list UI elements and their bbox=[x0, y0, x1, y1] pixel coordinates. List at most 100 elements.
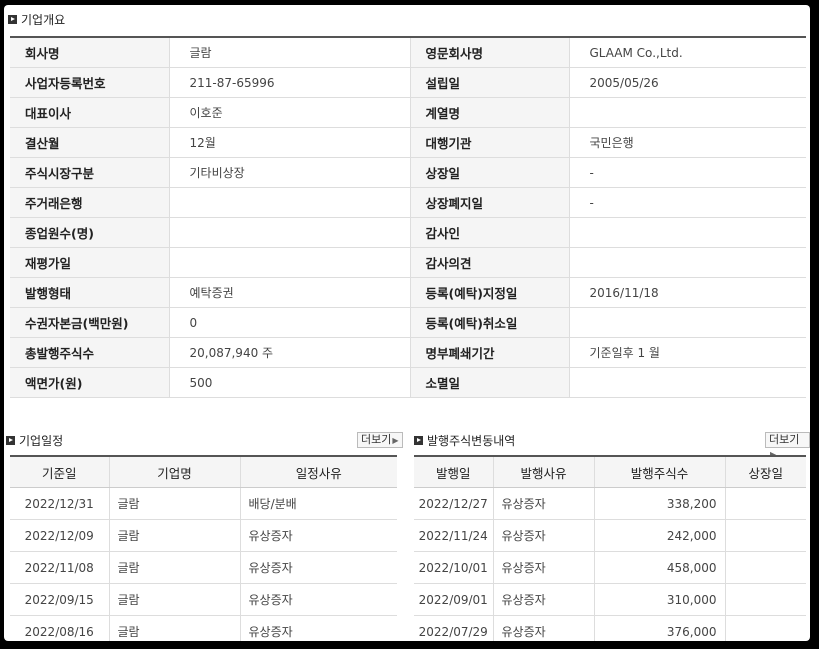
bullet-arrow-icon bbox=[6, 436, 15, 445]
bullet-arrow-icon bbox=[414, 436, 423, 445]
table-row: 2022/11/08 글람 유상증자 bbox=[10, 551, 397, 584]
field-label: 사업자등록번호 bbox=[10, 67, 170, 98]
reason-cell: 유상증자 bbox=[493, 519, 595, 552]
field-value: 국민은행 bbox=[569, 127, 806, 158]
table-row: 2022/12/31 글람 배당/분배 bbox=[10, 487, 397, 520]
field-label: 대행기관 bbox=[410, 127, 570, 158]
schedule-table: 기준일 기업명 일정사유 2022/12/31 글람 배당/분배 2022/12/09 글람… bbox=[10, 455, 397, 641]
overview-row: 사업자등록번호 211-87-65996 설립일 2005/05/26 bbox=[10, 67, 806, 98]
issuance-more-button[interactable]: 더보기▶ bbox=[765, 432, 810, 459]
field-value bbox=[569, 247, 806, 278]
listing-date-cell bbox=[725, 551, 806, 584]
overview-title: 기업개요 bbox=[8, 11, 65, 28]
company-info-panel: 기업개요 회사명 글람 영문회사명 GLAAM Co.,Ltd. 사업자등록번호 211-… bbox=[4, 5, 810, 641]
field-label: 회사명 bbox=[10, 37, 170, 68]
schedule-title: 기업일정 bbox=[6, 432, 63, 449]
overview-row: 발행형태 예탁증권 등록(예탁)지정일 2016/11/18 bbox=[10, 277, 806, 308]
table-row: 2022/08/16 글람 유상증자 bbox=[10, 615, 397, 641]
overview-row: 주거래은행 상장폐지일 - bbox=[10, 187, 806, 218]
reason-cell: 유상증자 bbox=[493, 551, 595, 584]
issuance-table: 발행일 발행사유 발행주식수 상장일 2022/12/27 유상증자 338,200 202… bbox=[414, 455, 806, 641]
field-label: 액면가(원) bbox=[10, 367, 170, 398]
field-value: 2016/11/18 bbox=[569, 277, 806, 308]
field-value bbox=[569, 367, 806, 398]
date-cell: 2022/12/31 bbox=[10, 487, 110, 520]
shares-cell: 376,000 bbox=[594, 615, 726, 641]
table-row: 2022/11/24 유상증자 242,000 bbox=[414, 519, 806, 552]
table-row: 2022/09/15 글람 유상증자 bbox=[10, 583, 397, 616]
field-value bbox=[169, 187, 411, 218]
shares-cell: 338,200 bbox=[594, 487, 726, 520]
field-label: 결산월 bbox=[10, 127, 170, 158]
reason-cell: 유상증자 bbox=[240, 519, 397, 552]
date-cell: 2022/12/27 bbox=[414, 487, 494, 520]
column-header: 발행주식수 bbox=[594, 456, 726, 488]
date-cell: 2022/09/01 bbox=[414, 583, 494, 616]
field-value bbox=[169, 217, 411, 248]
field-value: - bbox=[569, 157, 806, 188]
field-value bbox=[569, 217, 806, 248]
company-cell: 글람 bbox=[109, 615, 241, 641]
column-header: 상장일 bbox=[725, 456, 806, 488]
shares-cell: 458,000 bbox=[594, 551, 726, 584]
reason-cell: 유상증자 bbox=[240, 551, 397, 584]
field-label: 발행형태 bbox=[10, 277, 170, 308]
reason-cell: 유상증자 bbox=[493, 615, 595, 641]
schedule-more-button[interactable]: 더보기▶ bbox=[357, 432, 403, 448]
date-cell: 2022/07/29 bbox=[414, 615, 494, 641]
table-row: 2022/12/27 유상증자 338,200 bbox=[414, 487, 806, 520]
listing-date-cell bbox=[725, 583, 806, 616]
reason-cell: 배당/분배 bbox=[240, 487, 397, 520]
company-cell: 글람 bbox=[109, 551, 241, 584]
field-value: 글람 bbox=[169, 37, 411, 68]
date-cell: 2022/10/01 bbox=[414, 551, 494, 584]
listing-date-cell bbox=[725, 519, 806, 552]
field-value bbox=[569, 307, 806, 338]
field-label: 감사의견 bbox=[410, 247, 570, 278]
shares-cell: 310,000 bbox=[594, 583, 726, 616]
field-value: 500 bbox=[169, 367, 411, 398]
field-label: 감사인 bbox=[410, 217, 570, 248]
field-value: 12월 bbox=[169, 127, 411, 158]
company-cell: 글람 bbox=[109, 519, 241, 552]
table-row: 2022/07/29 유상증자 376,000 bbox=[414, 615, 806, 641]
overview-row: 대표이사 이호준 계열명 bbox=[10, 97, 806, 128]
column-header: 일정사유 bbox=[240, 456, 397, 488]
field-label: 명부폐쇄기간 bbox=[410, 337, 570, 368]
field-label: 종업원수(명) bbox=[10, 217, 170, 248]
date-cell: 2022/11/24 bbox=[414, 519, 494, 552]
field-value: - bbox=[569, 187, 806, 218]
field-value: 0 bbox=[169, 307, 411, 338]
table-row: 2022/12/09 글람 유상증자 bbox=[10, 519, 397, 552]
field-label: 주식시장구분 bbox=[10, 157, 170, 188]
date-cell: 2022/08/16 bbox=[10, 615, 110, 641]
column-header: 발행일 bbox=[414, 456, 494, 488]
column-header: 발행사유 bbox=[493, 456, 595, 488]
issuance-title: 발행주식변동내역 bbox=[414, 432, 515, 449]
overview-row: 수권자본금(백만원) 0 등록(예탁)취소일 bbox=[10, 307, 806, 338]
field-label: 등록(예탁)취소일 bbox=[410, 307, 570, 338]
table-row: 2022/09/01 유상증자 310,000 bbox=[414, 583, 806, 616]
field-value: GLAAM Co.,Ltd. bbox=[569, 37, 806, 68]
column-header: 기준일 bbox=[10, 456, 110, 488]
field-label: 재평가일 bbox=[10, 247, 170, 278]
field-value bbox=[569, 97, 806, 128]
date-cell: 2022/12/09 bbox=[10, 519, 110, 552]
overview-row: 재평가일 감사의견 bbox=[10, 247, 806, 278]
field-label: 상장일 bbox=[410, 157, 570, 188]
field-label: 주거래은행 bbox=[10, 187, 170, 218]
column-header: 기업명 bbox=[109, 456, 241, 488]
company-cell: 글람 bbox=[109, 583, 241, 616]
listing-date-cell bbox=[725, 487, 806, 520]
date-cell: 2022/11/08 bbox=[10, 551, 110, 584]
field-value bbox=[169, 247, 411, 278]
overview-row: 회사명 글람 영문회사명 GLAAM Co.,Ltd. bbox=[10, 37, 806, 68]
field-label: 상장폐지일 bbox=[410, 187, 570, 218]
overview-row: 종업원수(명) 감사인 bbox=[10, 217, 806, 248]
field-label: 계열명 bbox=[410, 97, 570, 128]
field-value: 2005/05/26 bbox=[569, 67, 806, 98]
date-cell: 2022/09/15 bbox=[10, 583, 110, 616]
field-label: 대표이사 bbox=[10, 97, 170, 128]
company-cell: 글람 bbox=[109, 487, 241, 520]
field-label: 영문회사명 bbox=[410, 37, 570, 68]
